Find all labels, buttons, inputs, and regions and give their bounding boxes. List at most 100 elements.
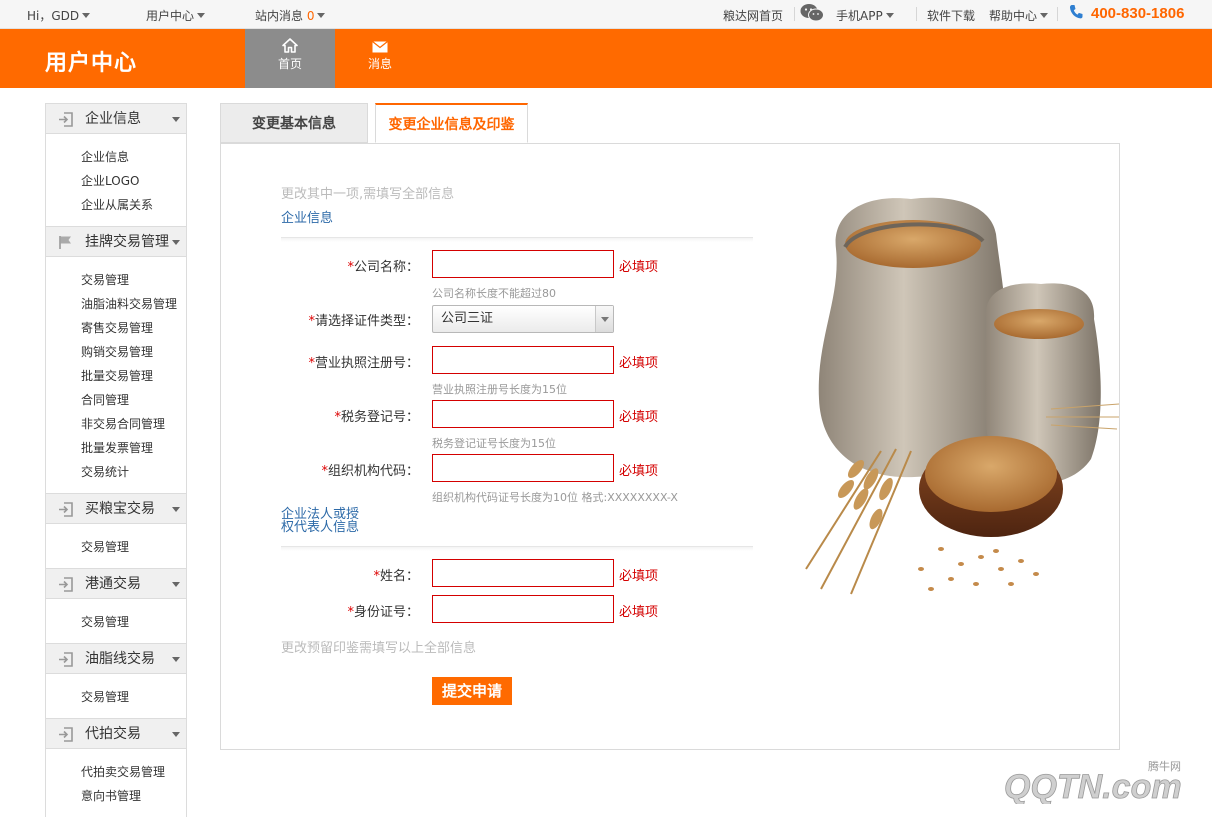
help-center-label: 帮助中心 — [989, 9, 1038, 23]
sidebar-item-trade-management[interactable]: 交易管理 — [81, 610, 186, 634]
company-name-label: *公司名称： — [279, 256, 419, 275]
sidebar-section-label: 企业信息 — [85, 111, 141, 127]
section-divider — [281, 237, 753, 242]
sidebar-section-oil-line-trade[interactable]: 油脂线交易 — [45, 643, 187, 674]
sidebar: 企业信息 企业信息 企业LOGO 企业从属关系 挂牌交易管理 交易管理 油脂油料… — [45, 103, 187, 817]
chevron-down-icon — [82, 13, 91, 18]
cert-type-selected: 公司三证 — [441, 311, 494, 326]
company-name-input[interactable] — [432, 250, 614, 278]
sidebar-item-purchase-sale-management[interactable]: 购销交易管理 — [81, 340, 186, 364]
section-title-line: 权代表人信息 — [281, 520, 360, 535]
required-hint: 必填项 — [619, 605, 659, 620]
sidebar-section-label: 挂牌交易管理 — [85, 234, 169, 250]
sidebar-item-contract-management[interactable]: 合同管理 — [81, 388, 186, 412]
phone-icon — [1069, 5, 1083, 19]
label-text: 姓名： — [379, 569, 419, 584]
user-center-label: 用户中心 — [146, 9, 195, 23]
sidebar-section-company-info[interactable]: 企业信息 — [45, 103, 187, 134]
license-no-note: 营业执照注册号长度为15位 — [432, 383, 567, 396]
home-site-link[interactable]: 粮达网首页 — [723, 7, 783, 24]
id-no-label: *身份证号： — [279, 601, 419, 620]
nav-messages[interactable]: 消息 — [335, 29, 425, 88]
sidebar-section-grain-treasure[interactable]: 买粮宝交易 — [45, 493, 187, 524]
tab-change-company-seal[interactable]: 变更企业信息及印鉴 — [375, 103, 528, 143]
company-name-note: 公司名称长度不能超过80 — [432, 287, 556, 300]
name-input[interactable] — [432, 559, 614, 587]
sidebar-section-listing-trade[interactable]: 挂牌交易管理 — [45, 226, 187, 257]
sidebar-section-label: 油脂线交易 — [85, 651, 155, 667]
sidebar-item-non-trade-contract[interactable]: 非交易合同管理 — [81, 412, 186, 436]
chevron-down-icon[interactable] — [595, 306, 613, 332]
sidebar-section-port-trade[interactable]: 港通交易 — [45, 568, 187, 599]
site-messages-label: 站内消息 — [255, 9, 304, 23]
sidebar-item-trade-management[interactable]: 交易管理 — [81, 685, 186, 709]
login-arrow-icon — [59, 727, 73, 742]
org-code-note: 组织机构代码证号长度为10位 格式:XXXXXXXX-X — [432, 491, 678, 504]
site-messages-menu[interactable]: 站内消息 0 — [255, 7, 326, 24]
chevron-down-icon — [172, 732, 180, 737]
tax-no-note: 税务登记证号长度为15位 — [432, 437, 556, 450]
sidebar-item-batch-invoice[interactable]: 批量发票管理 — [81, 436, 186, 460]
wheat-sacks-image — [805, 197, 1120, 595]
sidebar-item-letter-of-intent[interactable]: 意向书管理 — [81, 784, 186, 808]
org-code-label: *组织机构代码： — [279, 460, 419, 479]
sidebar-section-body: 交易管理 油脂油料交易管理 寄售交易管理 购销交易管理 批量交易管理 合同管理 … — [45, 257, 187, 493]
sidebar-section-body: 交易管理 — [45, 599, 187, 643]
section-title-company: 企业信息 — [281, 211, 334, 226]
required-hint: 必填项 — [619, 260, 659, 275]
cert-type-label: *请选择证件类型： — [279, 310, 419, 329]
main-header: 用户中心 首页 消息 — [0, 29, 1212, 88]
user-greeting: Hi，GDD — [27, 9, 80, 23]
tab-change-basic-info[interactable]: 变更基本信息 — [220, 103, 368, 143]
page-title: 用户中心 — [45, 51, 138, 76]
sidebar-item-trade-management[interactable]: 交易管理 — [81, 268, 186, 292]
label-text: 公司名称： — [353, 260, 419, 275]
sidebar-item-company-logo[interactable]: 企业LOGO — [81, 169, 186, 193]
login-arrow-icon — [59, 112, 73, 127]
submit-button[interactable]: 提交申请 — [432, 677, 512, 705]
sidebar-item-company-info[interactable]: 企业信息 — [81, 145, 186, 169]
wechat-icon[interactable] — [800, 3, 824, 23]
label-text: 组织机构代码： — [327, 464, 419, 479]
sidebar-item-batch-trade-management[interactable]: 批量交易管理 — [81, 364, 186, 388]
sidebar-section-body: 企业信息 企业LOGO 企业从属关系 — [45, 134, 187, 226]
tax-no-input[interactable] — [432, 400, 614, 428]
required-hint: 必填项 — [619, 410, 659, 425]
label-text: 身份证号： — [353, 605, 419, 620]
mobile-app-menu[interactable]: 手机APP — [836, 7, 894, 24]
sidebar-section-proxy-auction[interactable]: 代拍交易 — [45, 718, 187, 749]
flag-icon — [59, 236, 71, 249]
nav-home[interactable]: 首页 — [245, 29, 335, 88]
sidebar-item-oil-trade-management[interactable]: 油脂油料交易管理 — [81, 292, 186, 316]
chevron-down-icon — [1040, 13, 1049, 18]
software-download-link[interactable]: 软件下载 — [927, 7, 975, 24]
user-greeting-menu[interactable]: Hi，GDD — [27, 7, 91, 24]
sidebar-item-trade-statistics[interactable]: 交易统计 — [81, 460, 186, 484]
hotline: 400-830-1806 — [1069, 4, 1184, 22]
sidebar-section-label: 代拍交易 — [85, 726, 141, 742]
required-hint: 必填项 — [619, 356, 659, 371]
divider — [794, 7, 795, 21]
sidebar-item-consignment-management[interactable]: 寄售交易管理 — [81, 316, 186, 340]
sidebar-item-affiliation[interactable]: 企业从属关系 — [81, 193, 186, 217]
license-no-input[interactable] — [432, 346, 614, 374]
watermark-text: QQTN.com — [1004, 768, 1182, 804]
cert-type-select[interactable]: 公司三证 — [432, 305, 614, 333]
sidebar-item-trade-management[interactable]: 交易管理 — [81, 535, 186, 559]
license-no-label: *营业执照注册号： — [279, 352, 419, 371]
chevron-down-icon — [172, 507, 180, 512]
chevron-down-icon — [172, 582, 180, 587]
mobile-app-label: 手机APP — [836, 9, 883, 23]
chevron-down-icon — [172, 657, 180, 662]
help-center-menu[interactable]: 帮助中心 — [989, 7, 1049, 24]
phone-number: 400-830-1806 — [1091, 5, 1185, 22]
chevron-down-icon — [885, 13, 894, 18]
envelope-icon — [372, 41, 388, 53]
id-no-input[interactable] — [432, 595, 614, 623]
sidebar-item-proxy-auction-management[interactable]: 代拍卖交易管理 — [81, 760, 186, 784]
org-code-input[interactable] — [432, 454, 614, 482]
section-divider — [281, 546, 753, 551]
required-hint: 必填项 — [619, 569, 659, 584]
user-center-menu[interactable]: 用户中心 — [146, 7, 206, 24]
label-text: 请选择证件类型： — [314, 314, 419, 329]
